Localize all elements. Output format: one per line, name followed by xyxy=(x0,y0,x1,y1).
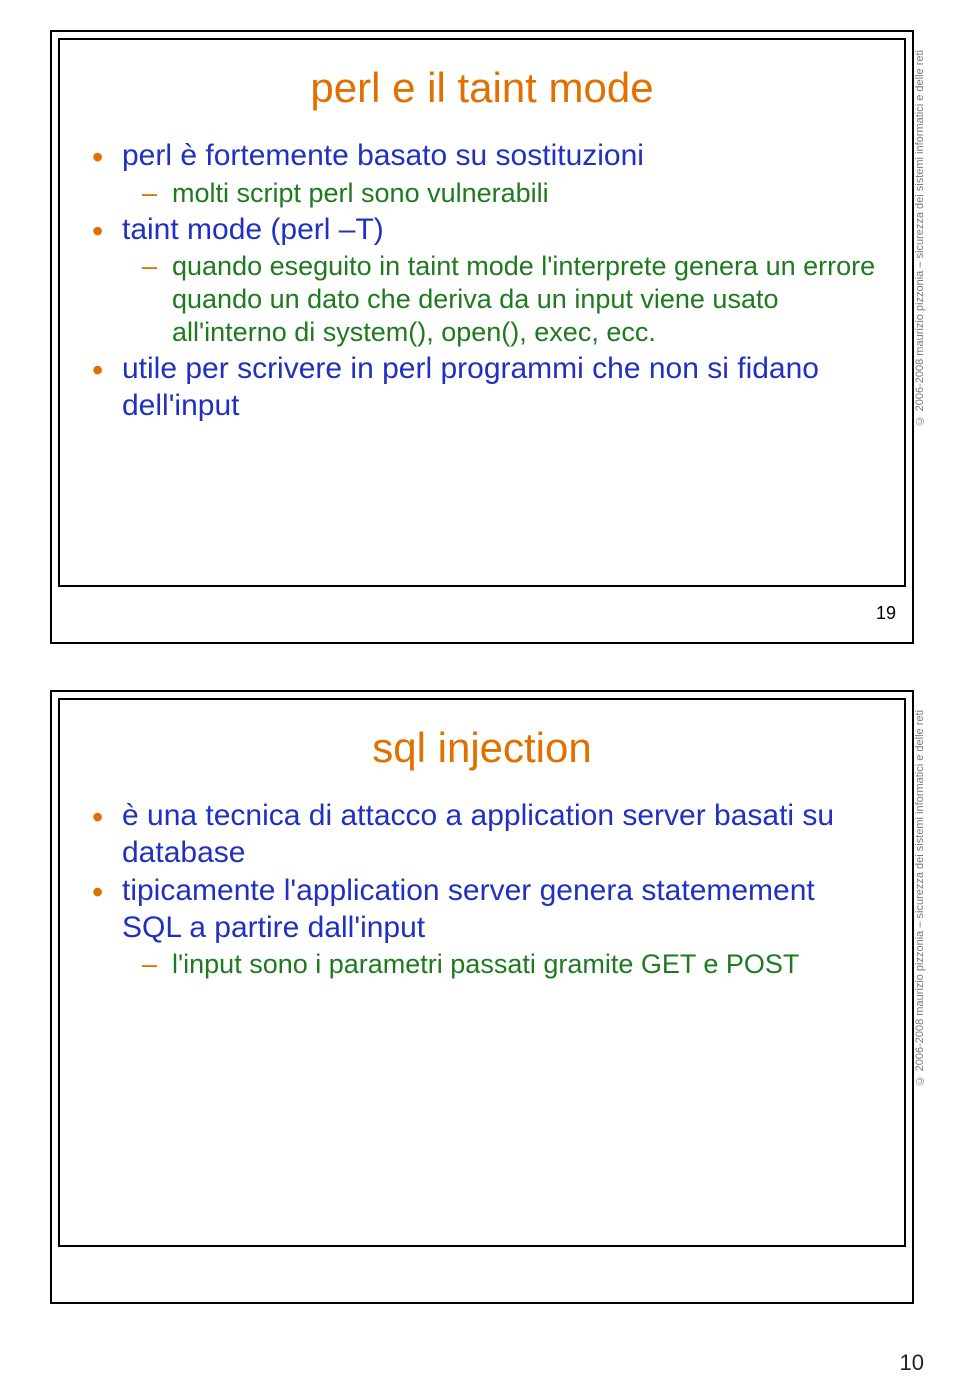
slide-number: 19 xyxy=(876,603,896,624)
page-footer-number: 10 xyxy=(0,1350,960,1396)
slide-inner-frame: sql injection è una tecnica di attacco a… xyxy=(58,698,906,1247)
bullet-item: molti script perl sono vulnerabili xyxy=(86,177,878,210)
bullet-item: tipicamente l'application server genera … xyxy=(86,873,878,946)
slide-body: è una tecnica di attacco a application s… xyxy=(86,798,878,981)
side-copyright: © 2006-2008 maurizio pizzonia – sicurezz… xyxy=(914,50,926,426)
slide-title: sql injection xyxy=(86,724,878,772)
bullet-item: perl è fortemente basato su sostituzioni xyxy=(86,138,878,175)
bullet-item: taint mode (perl –T) xyxy=(86,212,878,249)
slide-2: © 2006-2008 maurizio pizzonia – sicurezz… xyxy=(50,690,910,1300)
side-copyright: © 2006-2008 maurizio pizzonia – sicurezz… xyxy=(914,710,926,1086)
bullet-item: l'input sono i parametri passati gramite… xyxy=(86,948,878,981)
slide-outer-frame: sql injection è una tecnica di attacco a… xyxy=(50,690,914,1304)
slide-inner-frame: perl e il taint mode perl è fortemente b… xyxy=(58,38,906,587)
slide-body: perl è fortemente basato su sostituzioni… xyxy=(86,138,878,424)
bullet-item: è una tecnica di attacco a application s… xyxy=(86,798,878,871)
bullet-item: utile per scrivere in perl programmi che… xyxy=(86,351,878,424)
slide-title: perl e il taint mode xyxy=(86,64,878,112)
bullet-item: quando eseguito in taint mode l'interpre… xyxy=(86,250,878,349)
slide-outer-frame: perl e il taint mode perl è fortemente b… xyxy=(50,30,914,644)
slide-1: © 2006-2008 maurizio pizzonia – sicurezz… xyxy=(50,30,910,640)
